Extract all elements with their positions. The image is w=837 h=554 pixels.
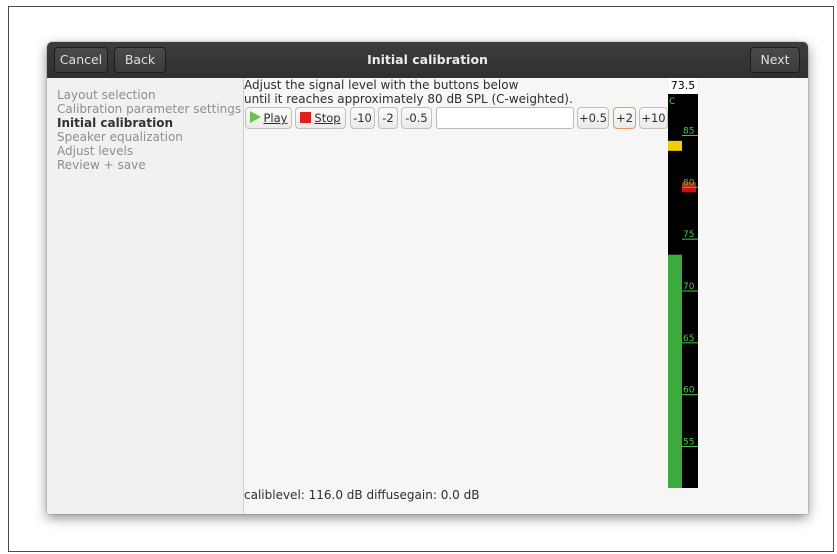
minus-0-5-label: -0.5	[405, 111, 428, 125]
play-icon	[249, 111, 261, 123]
window-title: Initial calibration	[367, 52, 488, 67]
meter-tick-label: 65	[683, 334, 694, 344]
stop-button-label: Stop	[314, 111, 341, 125]
meter-tick-label: 85	[683, 126, 694, 136]
main-content: Adjust the signal level with the buttons…	[244, 78, 808, 514]
level-meter: C 85 80 75 70 65 60 55	[668, 94, 698, 488]
play-button-label: Play	[263, 111, 288, 125]
meter-readout: 73.5	[669, 78, 697, 94]
minus-2-label: -2	[382, 111, 394, 125]
sidebar-item-speaker-equalization[interactable]: Speaker equalization	[57, 130, 183, 144]
instruction-line-2: until it reaches approximately 80 dB SPL…	[244, 92, 573, 106]
sidebar-item-layout-selection[interactable]: Layout selection	[57, 88, 156, 102]
instruction-line-1: Adjust the signal level with the buttons…	[244, 78, 519, 92]
meter-tick-label: 80	[683, 178, 695, 188]
plus-10-button[interactable]: +10	[639, 107, 668, 129]
sidebar-item-review-save[interactable]: Review + save	[57, 158, 146, 172]
sidebar-item-adjust-levels[interactable]: Adjust levels	[57, 144, 133, 158]
next-button-label: Next	[760, 52, 790, 67]
calibration-dialog: Cancel Back Initial calibration Next Lay…	[47, 42, 808, 514]
sidebar-item-initial-calibration[interactable]: Initial calibration	[57, 116, 173, 130]
stop-icon	[300, 112, 312, 123]
status-text: caliblevel: 116.0 dB diffusegain: 0.0 dB	[244, 488, 480, 502]
steps-sidebar: Layout selection Calibration parameter s…	[47, 78, 244, 514]
meter-weighting-label: C	[669, 97, 675, 107]
meter-tick-label: 75	[683, 230, 694, 240]
meter-tick-label: 70	[683, 282, 695, 292]
plus-10-label: +10	[641, 111, 666, 125]
minus-10-label: -10	[353, 111, 372, 125]
plus-0-5-button[interactable]: +0.5	[577, 107, 609, 129]
meter-tick-label: 60	[683, 386, 695, 396]
plus-2-button[interactable]: +2	[613, 107, 636, 129]
stop-button[interactable]: Stop	[295, 107, 346, 129]
minus-10-button[interactable]: -10	[350, 107, 375, 129]
plus-0-5-label: +0.5	[579, 111, 607, 125]
sidebar-item-calibration-parameters[interactable]: Calibration parameter settings	[57, 102, 241, 116]
plus-2-label: +2	[616, 111, 633, 125]
header-bar: Cancel Back Initial calibration Next	[47, 42, 808, 78]
minus-2-button[interactable]: -2	[378, 107, 398, 129]
meter-peak-marker	[668, 140, 682, 151]
next-button[interactable]: Next	[750, 47, 800, 73]
instructions: Adjust the signal level with the buttons…	[244, 78, 573, 106]
meter-tick-label: 55	[683, 438, 694, 448]
minus-0-5-button[interactable]: -0.5	[401, 107, 432, 129]
meter-level-bar	[668, 254, 682, 488]
level-entry[interactable]	[436, 107, 574, 129]
play-button[interactable]: Play	[245, 107, 292, 129]
